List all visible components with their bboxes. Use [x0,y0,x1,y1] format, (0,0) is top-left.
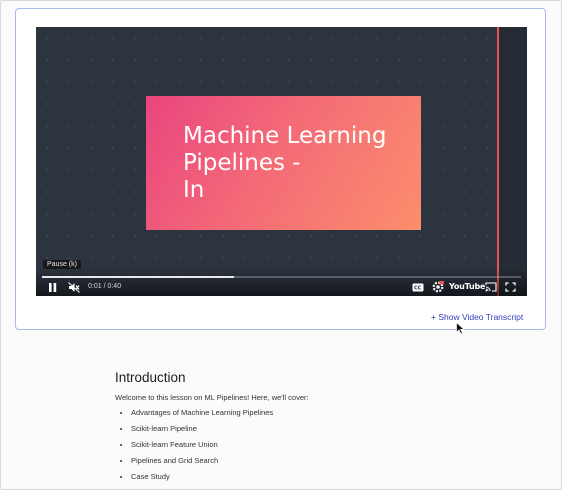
scrub-marker [497,27,499,296]
fullscreen-icon[interactable] [505,282,516,292]
video-side-band [499,27,527,296]
cast-icon[interactable] [485,282,497,292]
time-display: 0:01 / 0:40 [88,283,122,290]
intro-paragraph: Welcome to this lesson on ML Pipelines! … [115,393,309,402]
svg-text:CC: CC [414,286,422,292]
youtube-logo[interactable]: YouTube [449,282,485,291]
mute-icon[interactable] [68,282,80,293]
captions-icon[interactable]: CC [412,283,424,292]
list-item: Advantages of Machine Learning Pipelines [131,405,273,421]
progress-bar[interactable] [42,276,521,278]
pause-tooltip: Pause (k) [43,260,81,269]
mouse-cursor-icon [456,322,465,335]
settings-icon[interactable] [432,281,444,293]
show-transcript-link[interactable]: + Show Video Transcript [431,312,523,322]
pause-icon[interactable] [48,283,58,293]
slide-title: Machine Learning Pipelines - In [183,123,387,203]
section-heading: Introduction [115,370,186,385]
video-slide: Machine Learning Pipelines - In [146,96,421,230]
topic-list: Advantages of Machine Learning Pipelines… [115,405,273,485]
list-item: Case Study [131,469,273,485]
list-item: Pipelines and Grid Search [131,453,273,469]
list-item: Scikit-learn Feature Union [131,437,273,453]
list-item: Scikit-learn Pipeline [131,421,273,437]
video-player[interactable]: Machine Learning Pipelines - In Pause (k… [36,27,527,296]
progress-fill [42,276,234,278]
